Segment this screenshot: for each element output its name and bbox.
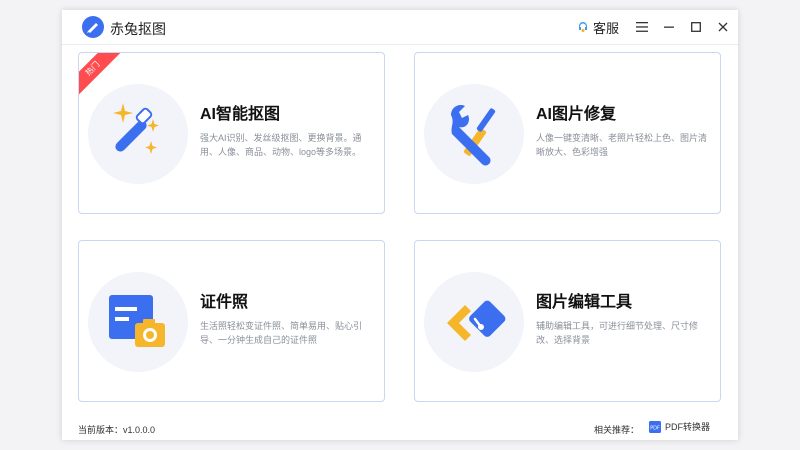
card-ai-cutout[interactable]: 热门 AI智能抠图 强大AI识别、发丝级抠图、更换背景。通用、人像、商品、动物、… — [78, 52, 385, 214]
card-description: 强大AI识别、发丝级抠图、更换背景。通用、人像、商品、动物、logo等多场景。 — [200, 133, 362, 157]
version-label: 当前版本：v1.0.0.0 — [78, 425, 156, 435]
edit-tool-icon — [447, 300, 506, 341]
svg-text:PDF: PDF — [650, 425, 660, 431]
customer-service-button[interactable]: 客服 — [577, 18, 619, 36]
footer: 当前版本：v1.0.0.0 相关推荐： PDF PDF转换器 — [62, 414, 738, 440]
card-title: AI智能抠图 — [200, 106, 281, 123]
pdf-converter-label: PDF转换器 — [665, 422, 711, 432]
pdf-converter-link[interactable]: PDF PDF转换器 — [649, 420, 710, 433]
recommend-label: 相关推荐： — [594, 425, 640, 435]
menu-button[interactable] — [632, 17, 652, 37]
card-id-photo[interactable]: 证件照 生活照轻松变证件照、简单易用、贴心引导、一分钟生成自己的证件照 — [78, 240, 385, 402]
headset-icon — [579, 22, 587, 32]
card-description: 辅助编辑工具，可进行细节处理、尺寸修改、选择背景 — [536, 321, 699, 345]
customer-service-label: 客服 — [593, 20, 620, 36]
menu-icon — [636, 22, 648, 32]
card-edit-tool[interactable]: 图片编辑工具 辅助编辑工具，可进行细节处理、尺寸修改、选择背景 — [414, 240, 721, 402]
maximize-icon — [691, 22, 701, 32]
minimize-button[interactable] — [659, 17, 679, 37]
card-description: 生活照轻松变证件照、简单易用、贴心引导、一分钟生成自己的证件照 — [200, 321, 363, 345]
card-title: AI图片修复 — [536, 106, 617, 123]
card-title: 图片编辑工具 — [536, 294, 633, 311]
app-title: 赤兔抠图 — [110, 21, 166, 37]
wrench-screwdriver-icon — [451, 105, 496, 166]
close-button[interactable] — [713, 17, 733, 37]
close-icon — [718, 22, 728, 32]
title-bar: 赤兔抠图 客服 — [62, 10, 738, 45]
card-title: 证件照 — [200, 294, 249, 311]
maximize-button[interactable] — [686, 17, 706, 37]
app-logo-icon — [82, 16, 104, 38]
pdf-icon: PDF — [649, 420, 661, 433]
app-window: 赤兔抠图 客服 热门 AI智能抠图 强大AI识别、发丝级抠图、更换背景。通用、人… — [62, 10, 738, 440]
minimize-icon — [664, 26, 674, 28]
magic-wand-icon — [113, 103, 159, 154]
card-ai-repair[interactable]: AI图片修复 人像一键变清晰、老照片轻松上色、图片清晰放大、色彩增强 — [414, 52, 721, 214]
id-photo-icon — [109, 295, 165, 347]
card-description: 人像一键变清晰、老照片轻松上色、图片清晰放大、色彩增强 — [536, 133, 708, 157]
